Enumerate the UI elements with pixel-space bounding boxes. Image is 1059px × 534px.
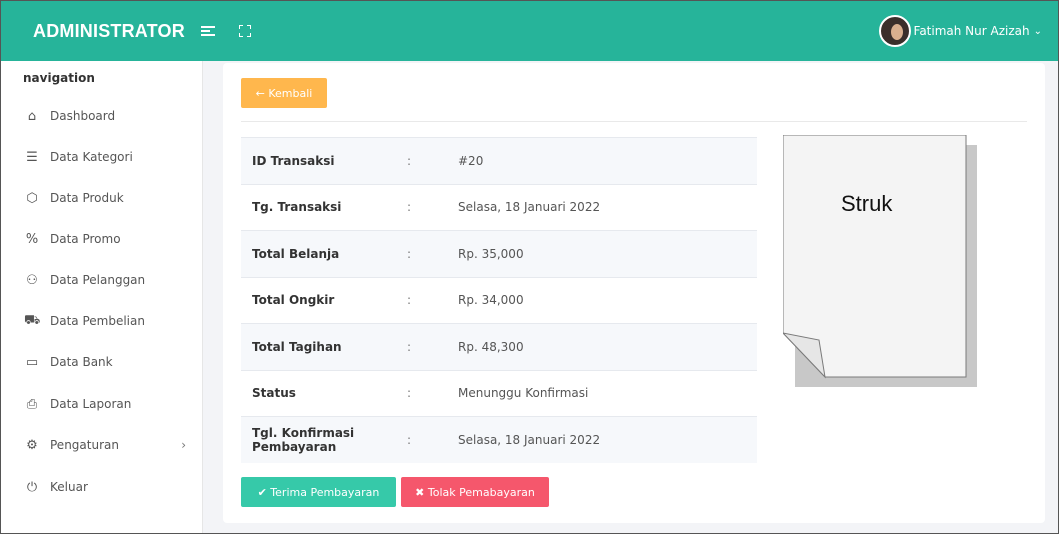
sidebar-item-label: Data Laporan — [50, 397, 132, 411]
receipt-label: Struk — [841, 191, 893, 216]
sidebar-item-label: Data Bank — [50, 355, 113, 369]
row-value: Rp. 35,000 — [458, 246, 524, 261]
sidebar-item-data-pelanggan[interactable]: ⚇ Data Pelanggan — [24, 270, 194, 290]
receipt-image[interactable]: Struk — [783, 135, 979, 387]
row-key: ID Transaksi — [252, 153, 335, 168]
sidebar-item-pengaturan[interactable]: ⚙ Pengaturan › — [24, 435, 194, 455]
sidebar-item-label: Data Pelanggan — [50, 273, 146, 287]
sidebar-item-data-produk[interactable]: ⬡ Data Produk — [24, 188, 194, 208]
row-value: Selasa, 18 Januari 2022 — [458, 200, 601, 215]
table-row: Tgl. Konfirmasi Pembayaran : Selasa, 18 … — [241, 416, 757, 463]
users-icon: ⚇ — [26, 272, 38, 288]
table-row: ID Transaksi : #20 — [241, 137, 757, 184]
printer-icon: ⎙ — [26, 396, 38, 412]
row-key: Status — [252, 386, 296, 401]
gear-icon: ⚙ — [26, 437, 38, 453]
sidebar-item-label: Data Promo — [50, 232, 121, 246]
row-key: Total Tagihan — [252, 339, 342, 354]
row-separator: : — [407, 339, 412, 354]
home-icon: ⌂ — [27, 108, 37, 124]
row-value: Rp. 34,000 — [458, 293, 524, 308]
user-name: Fatimah Nur Azizah — [913, 24, 1030, 38]
sidebar-item-label: Pengaturan — [50, 438, 119, 452]
avatar[interactable] — [878, 15, 911, 47]
row-value: Selasa, 18 Januari 2022 — [458, 432, 601, 447]
sidebar-item-keluar[interactable]: ⏻ Keluar — [24, 477, 194, 497]
sidebar-item-dashboard[interactable]: ⌂ Dashboard — [24, 106, 194, 126]
percent-icon: % — [25, 231, 39, 247]
content-card: ← Kembali ID Transaksi : #20 Tg. Transak… — [223, 63, 1045, 523]
row-separator: : — [407, 386, 412, 401]
row-value: Menunggu Konfirmasi — [458, 386, 589, 401]
table-row: Status : Menunggu Konfirmasi — [241, 369, 757, 417]
reject-payment-button[interactable]: ✖ Tolak Pemabayaran — [401, 477, 549, 507]
chevron-down-icon: ⌄ — [1033, 25, 1042, 37]
sidebar-item-label: Keluar — [50, 480, 88, 494]
row-key: Tg. Transaksi — [252, 200, 342, 215]
sidebar-item-label: Data Kategori — [50, 150, 133, 164]
menu-toggle-icon[interactable] — [200, 25, 215, 37]
table-row: Total Tagihan : Rp. 48,300 — [241, 323, 757, 370]
row-separator: : — [407, 293, 412, 308]
back-button[interactable]: ← Kembali — [241, 78, 327, 108]
row-separator: : — [407, 153, 412, 168]
sidebar: navigation ⌂ Dashboard ☰ Data Kategori ⬡… — [1, 61, 203, 533]
table-row: Tg. Transaksi : Selasa, 18 Januari 2022 — [241, 183, 757, 231]
sidebar-item-data-promo[interactable]: % Data Promo — [24, 229, 194, 249]
box-icon: ⬡ — [26, 190, 38, 206]
row-key: Tgl. Konfirmasi Pembayaran — [252, 425, 355, 454]
sidebar-item-label: Data Pembelian — [50, 314, 145, 328]
cart-icon: ⛟ — [24, 312, 41, 328]
row-separator: : — [407, 246, 412, 261]
row-separator: : — [407, 200, 412, 215]
brand-title: ADMINISTRATOR — [33, 20, 185, 41]
row-key: Total Ongkir — [252, 293, 335, 308]
power-icon: ⏻ — [26, 479, 38, 495]
sidebar-item-label: Data Produk — [50, 191, 124, 205]
sidebar-item-data-bank[interactable]: ▭ Data Bank — [24, 352, 194, 372]
table-row: Total Ongkir : Rp. 34,000 — [241, 276, 757, 324]
sidebar-item-data-laporan[interactable]: ⎙ Data Laporan — [24, 394, 194, 414]
row-key: Total Belanja — [252, 246, 340, 261]
sidebar-item-data-pembelian[interactable]: ⛟ Data Pembelian — [24, 311, 194, 331]
row-separator: : — [407, 432, 412, 447]
card-icon: ▭ — [25, 354, 39, 370]
row-value: Rp. 48,300 — [458, 339, 524, 354]
user-menu[interactable]: Fatimah Nur Azizah ⌄ — [878, 15, 1042, 47]
fullscreen-icon[interactable] — [238, 25, 251, 37]
receipt-document-icon — [783, 135, 977, 387]
sidebar-item-data-kategori[interactable]: ☰ Data Kategori — [24, 147, 194, 167]
top-bar: ADMINISTRATOR Fatimah Nur Azizah ⌄ — [1, 1, 1058, 61]
list-icon: ☰ — [26, 149, 38, 165]
nav-title: navigation — [23, 71, 95, 85]
chevron-right-icon: › — [181, 438, 186, 452]
transaction-detail-table: ID Transaksi : #20 Tg. Transaksi : Selas… — [241, 137, 757, 463]
sidebar-item-label: Dashboard — [50, 109, 116, 123]
row-value: #20 — [458, 153, 484, 168]
divider — [241, 121, 1027, 122]
table-row: Total Belanja : Rp. 35,000 — [241, 230, 757, 277]
accept-payment-button[interactable]: ✔ Terima Pembayaran — [241, 477, 396, 507]
